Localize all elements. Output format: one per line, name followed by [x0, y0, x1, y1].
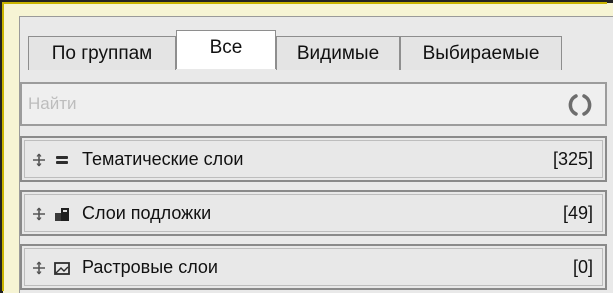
tab-visible[interactable]: Видимые [276, 36, 400, 70]
tab-by-groups-label: По группам [51, 42, 153, 64]
layer-group-count: [325] [552, 149, 593, 169]
layer-group-label: Тематические слои [82, 149, 244, 169]
basemap-layers-icon [55, 208, 69, 221]
thematic-layers-icon [56, 156, 68, 164]
search-box [20, 82, 607, 126]
tab-all[interactable]: Все [176, 30, 276, 69]
tab-selectable[interactable]: Выбираемые [400, 36, 562, 70]
layer-group-row[interactable]: Слои подложки [49] [20, 190, 607, 236]
tab-all-label: Все [209, 37, 243, 58]
layer-group-count: [49] [562, 203, 593, 223]
tab-visible-label: Видимые [296, 42, 380, 64]
layer-group-count: [0] [572, 257, 593, 277]
expand-icon[interactable] [31, 206, 47, 222]
search-input[interactable] [28, 90, 548, 118]
tab-selectable-label: Выбираемые [422, 42, 540, 64]
layer-group-label: Растровые слои [82, 257, 218, 277]
expand-icon[interactable] [31, 260, 47, 276]
expand-icon[interactable] [31, 152, 47, 168]
refresh-icon[interactable] [567, 92, 593, 118]
raster-layers-icon [54, 262, 70, 275]
layer-group-label: Слои подложки [82, 203, 212, 223]
layer-group-row[interactable]: Тематические слои [325] [20, 136, 607, 182]
tab-by-groups[interactable]: По группам [28, 36, 176, 70]
layer-group-row[interactable]: Растровые слои [0] [20, 244, 607, 290]
